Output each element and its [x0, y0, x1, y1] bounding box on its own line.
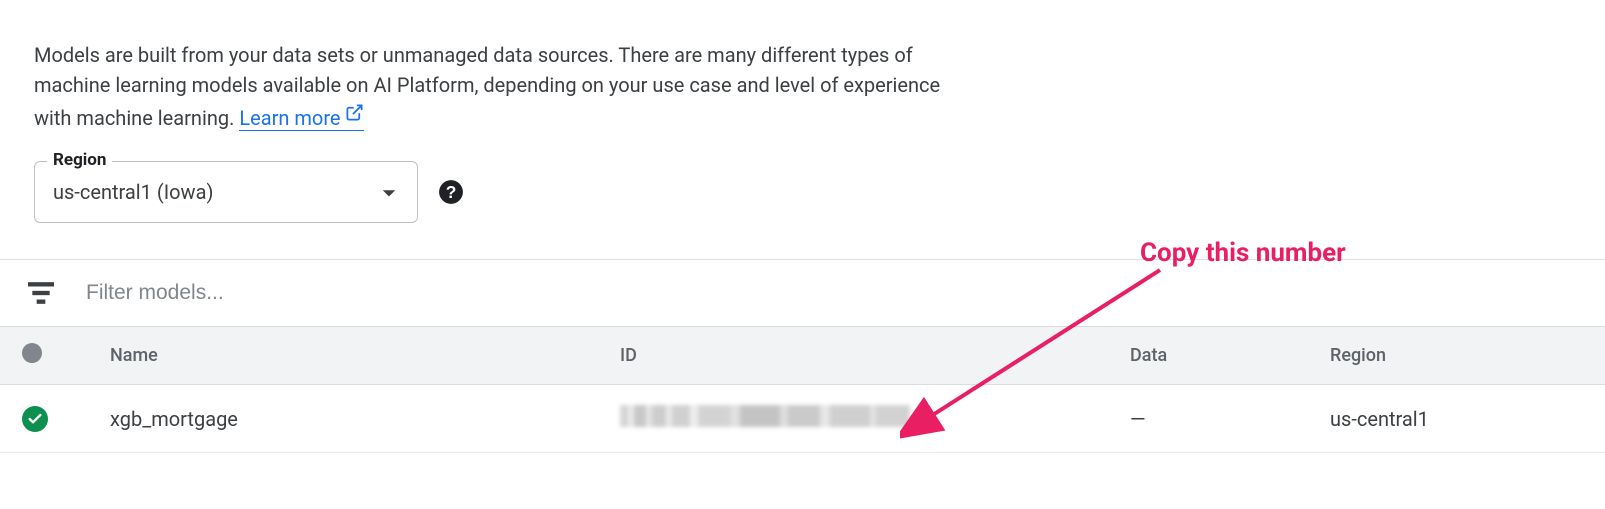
- filter-icon[interactable]: [28, 280, 54, 306]
- region-select-label: Region: [47, 150, 112, 170]
- external-link-icon: [345, 100, 364, 130]
- region-select[interactable]: Region us-central1 (Iowa): [34, 161, 418, 223]
- cell-name: xgb_mortgage: [70, 385, 610, 453]
- filter-bar: [0, 260, 1605, 326]
- models-table: Name ID Data Region xgb_mortgage — us-ce…: [0, 326, 1605, 453]
- col-header-id[interactable]: ID: [610, 327, 1120, 385]
- col-header-data[interactable]: Data: [1120, 327, 1320, 385]
- cell-id: [610, 385, 1120, 453]
- chevron-down-icon: [381, 180, 397, 204]
- status-success-icon: [22, 406, 48, 432]
- table-row[interactable]: xgb_mortgage — us-central1: [0, 385, 1605, 453]
- obscured-id: [620, 405, 910, 427]
- cell-region: us-central1: [1320, 385, 1605, 453]
- filter-input[interactable]: [86, 281, 686, 305]
- description-body: Models are built from your data sets or …: [34, 43, 940, 130]
- col-header-region[interactable]: Region: [1320, 327, 1605, 385]
- cell-data: —: [1120, 385, 1320, 453]
- description-text: Models are built from your data sets or …: [0, 0, 980, 161]
- help-icon[interactable]: ?: [438, 179, 464, 205]
- svg-text:?: ?: [446, 182, 457, 202]
- status-dot-icon: [22, 343, 42, 363]
- col-header-status[interactable]: [0, 327, 70, 385]
- learn-more-link[interactable]: Learn more: [239, 106, 363, 131]
- region-select-value: us-central1 (Iowa): [53, 180, 213, 204]
- col-header-name[interactable]: Name: [70, 327, 610, 385]
